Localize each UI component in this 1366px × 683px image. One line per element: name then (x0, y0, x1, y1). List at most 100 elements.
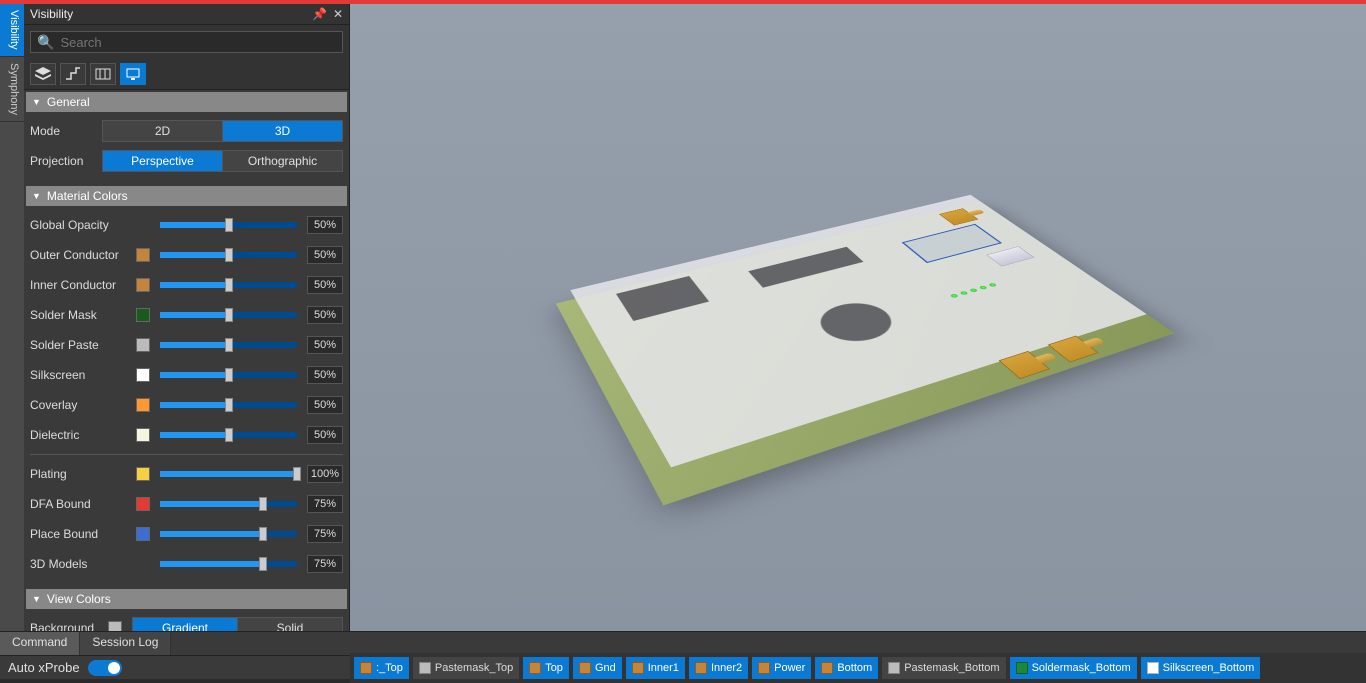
layer-label: Pastemask_Top (435, 662, 513, 674)
pin-icon[interactable]: 📌 (312, 7, 327, 21)
material-label: Silkscreen (30, 368, 136, 382)
chip (809, 297, 904, 348)
material-label: Solder Mask (30, 308, 136, 322)
color-swatch[interactable] (136, 308, 150, 322)
opacity-value[interactable]: 75% (307, 495, 343, 513)
layer-swatch (419, 662, 431, 674)
search-box[interactable]: 🔍 (30, 31, 343, 53)
tab-session-log[interactable]: Session Log (80, 632, 171, 655)
pcb-board (556, 200, 1175, 505)
tab-command[interactable]: Command (0, 632, 80, 655)
material-row: Solder Paste50% (30, 332, 343, 358)
chevron-down-icon: ▼ (32, 191, 41, 201)
opacity-value[interactable]: 50% (307, 216, 343, 234)
layer-label: Silkscreen_Bottom (1163, 662, 1255, 674)
material-row: Silkscreen 50% (30, 362, 343, 388)
layer-toggle[interactable]: Silkscreen_Bottom (1141, 657, 1261, 679)
layer-toggle[interactable]: Top (523, 657, 569, 679)
opacity-slider[interactable] (160, 282, 297, 288)
nets-tool-icon[interactable] (60, 63, 86, 85)
material-row: Solder Mask 50% (30, 302, 343, 328)
opacity-value[interactable]: 50% (307, 246, 343, 264)
opacity-value[interactable]: 50% (307, 276, 343, 294)
gradient-button[interactable]: Gradient (133, 618, 237, 631)
display-tool-icon[interactable] (120, 63, 146, 85)
material-row: Inner Conductor50% (30, 272, 343, 298)
material-row: Plating 100% (30, 461, 343, 487)
layer-toggle[interactable]: Power (752, 657, 811, 679)
material-row: Dielectric 50% (30, 422, 343, 448)
opacity-value[interactable]: 50% (307, 396, 343, 414)
mode-2d-button[interactable]: 2D (103, 121, 222, 141)
opacity-slider[interactable] (160, 402, 297, 408)
opacity-slider[interactable] (160, 531, 297, 537)
chevron-down-icon: ▼ (32, 97, 41, 107)
panel-header: Visibility 📌 ✕ (24, 4, 349, 25)
material-label: Plating (30, 467, 136, 481)
color-swatch[interactable] (136, 368, 150, 382)
material-label: Coverlay (30, 398, 136, 412)
layer-toggle[interactable]: Soldermask_Bottom (1010, 657, 1137, 679)
mode-group: 2D 3D (102, 120, 343, 142)
opacity-value[interactable]: 50% (307, 366, 343, 384)
perspective-button[interactable]: Perspective (103, 151, 222, 171)
close-icon[interactable]: ✕ (333, 7, 343, 21)
material-label: Global Opacity (30, 218, 136, 232)
layer-toggle[interactable]: Bottom (815, 657, 878, 679)
color-swatch[interactable] (136, 338, 150, 352)
objects-tool-icon[interactable] (90, 63, 116, 85)
section-view-colors[interactable]: ▼ View Colors (26, 589, 347, 609)
layer-toggle[interactable]: Inner1 (626, 657, 685, 679)
layer-swatch (579, 662, 591, 674)
material-row: Place Bound75% (30, 521, 343, 547)
opacity-slider[interactable] (160, 432, 297, 438)
search-input[interactable] (60, 35, 336, 50)
3d-viewport[interactable] (350, 4, 1366, 631)
auto-xprobe-toggle[interactable] (88, 660, 122, 676)
layer-toggle[interactable]: Pastemask_Bottom (882, 657, 1005, 679)
color-swatch[interactable] (136, 398, 150, 412)
opacity-slider[interactable] (160, 501, 297, 507)
material-row: Coverlay 50% (30, 392, 343, 418)
layer-toggle[interactable]: Pastemask_Top (413, 657, 519, 679)
panel-toolbar (24, 59, 349, 90)
color-swatch[interactable] (136, 497, 150, 511)
opacity-value[interactable]: 50% (307, 306, 343, 324)
opacity-slider[interactable] (160, 342, 297, 348)
opacity-value[interactable]: 50% (307, 426, 343, 444)
section-material-colors[interactable]: ▼ Material Colors (26, 186, 347, 206)
opacity-value[interactable]: 75% (307, 525, 343, 543)
layer-bar: :_Top Pastemask_Top Top Gnd Inner1Inner2Powe… (350, 653, 1366, 683)
tab-symphony[interactable]: Symphony (0, 57, 24, 122)
solid-button[interactable]: Solid (237, 618, 342, 631)
opacity-slider[interactable] (160, 372, 297, 378)
layer-toggle[interactable]: Gnd (573, 657, 622, 679)
layer-toggle[interactable]: Inner2 (689, 657, 748, 679)
tab-visibility[interactable]: Visibility (0, 4, 24, 57)
mode-3d-button[interactable]: 3D (222, 121, 342, 141)
color-swatch[interactable] (136, 527, 150, 541)
layers-tool-icon[interactable] (30, 63, 56, 85)
opacity-slider[interactable] (160, 471, 297, 477)
opacity-slider[interactable] (160, 222, 297, 228)
color-swatch[interactable] (136, 428, 150, 442)
opacity-slider[interactable] (160, 312, 297, 318)
layer-toggle[interactable]: :_Top (354, 657, 409, 679)
background-swatch[interactable] (108, 621, 122, 631)
material-label: Dielectric (30, 428, 136, 442)
orthographic-button[interactable]: Orthographic (222, 151, 342, 171)
opacity-slider[interactable] (160, 561, 297, 567)
opacity-slider[interactable] (160, 252, 297, 258)
opacity-value[interactable]: 75% (307, 555, 343, 573)
layer-label: :_Top (376, 662, 403, 674)
layer-swatch (695, 662, 707, 674)
chip (748, 246, 863, 287)
color-swatch[interactable] (136, 278, 150, 292)
section-general[interactable]: ▼ General (26, 92, 347, 112)
layer-label: Soldermask_Bottom (1032, 662, 1131, 674)
opacity-value[interactable]: 100% (307, 465, 343, 483)
opacity-value[interactable]: 50% (307, 336, 343, 354)
layer-label: Gnd (595, 662, 616, 674)
color-swatch[interactable] (136, 248, 150, 262)
color-swatch[interactable] (136, 467, 150, 481)
